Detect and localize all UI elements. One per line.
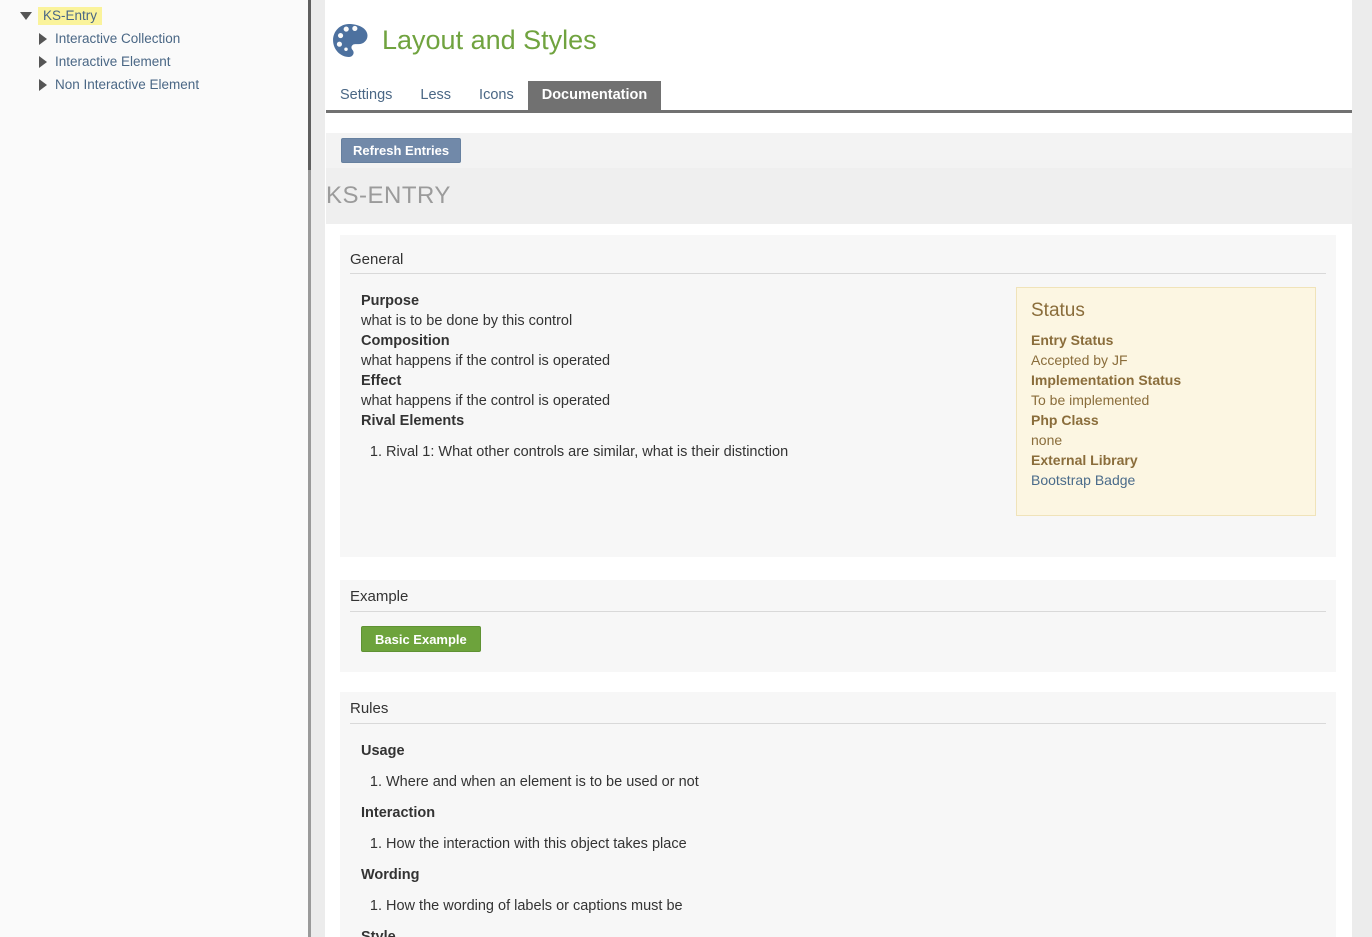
- rules-section-body: Usage Where and when an element is to be…: [340, 724, 1336, 937]
- tab-documentation[interactable]: Documentation: [528, 81, 662, 110]
- tree-item-label[interactable]: Interactive Element: [55, 54, 171, 69]
- caret-right-icon[interactable]: [39, 56, 47, 68]
- main-pane: Layout and Styles Settings Less Icons Do…: [325, 0, 1372, 937]
- tab-bar: Settings Less Icons Documentation: [326, 81, 1352, 110]
- status-panel-title: Status: [1031, 301, 1301, 321]
- tree-root-ks-entry[interactable]: KS-Entry: [0, 4, 308, 27]
- refresh-entries-button[interactable]: Refresh Entries: [341, 138, 461, 163]
- example-section-title: Example: [340, 580, 1336, 611]
- section-heading-band: KS-ENTRY: [326, 168, 1352, 224]
- tab-settings[interactable]: Settings: [326, 81, 406, 110]
- caret-down-icon[interactable]: [20, 12, 32, 20]
- toolbar: Refresh Entries: [326, 133, 1352, 168]
- rules-term: Interaction: [361, 803, 1326, 823]
- status-definition-list: Entry Status Accepted by JF Implementati…: [1031, 330, 1301, 490]
- rules-section-title: Rules: [340, 692, 1336, 723]
- tree-item-non-interactive-element[interactable]: Non Interactive Element: [0, 73, 308, 96]
- tree-item-interactive-element[interactable]: Interactive Element: [0, 50, 308, 73]
- interaction-list-item: How the interaction with this object tak…: [386, 834, 1326, 854]
- status-panel: Status Entry Status Accepted by JF Imple…: [1016, 287, 1316, 516]
- sidebar: KS-Entry Interactive Collection Interact…: [0, 0, 308, 937]
- caret-right-icon[interactable]: [39, 33, 47, 45]
- status-value: To be implemented: [1031, 390, 1301, 410]
- tab-less[interactable]: Less: [406, 81, 465, 110]
- status-term: External Library: [1031, 450, 1301, 470]
- status-value: Accepted by JF: [1031, 350, 1301, 370]
- rules-desc: How the interaction with this object tak…: [361, 834, 1326, 854]
- entry-heading: KS-ENTRY: [326, 182, 451, 210]
- external-library-link[interactable]: Bootstrap Badge: [1031, 470, 1301, 490]
- rules-definition-list: Usage Where and when an element is to be…: [361, 741, 1326, 937]
- app-window: KS-Entry Interactive Collection Interact…: [0, 0, 1372, 937]
- navigation-tree: KS-Entry Interactive Collection Interact…: [0, 0, 308, 96]
- status-term: Entry Status: [1031, 330, 1301, 350]
- rules-section: Rules Usage Where and when an element is…: [340, 692, 1336, 937]
- page-title: Layout and Styles: [382, 25, 597, 56]
- basic-example-button[interactable]: Basic Example: [361, 626, 481, 652]
- tab-underline: [326, 110, 1352, 113]
- palette-icon: [331, 22, 368, 59]
- wording-list: How the wording of labels or captions mu…: [361, 896, 1326, 916]
- example-section: Example Basic Example: [340, 580, 1336, 672]
- rules-term: Wording: [361, 865, 1326, 885]
- main-scrollbar-track[interactable]: [1352, 0, 1372, 937]
- status-value: none: [1031, 430, 1301, 450]
- rules-term: Usage: [361, 741, 1326, 761]
- page-header: Layout and Styles: [325, 0, 1352, 58]
- general-section: General Purpose what is to be done by th…: [340, 235, 1336, 557]
- tree-item-interactive-collection[interactable]: Interactive Collection: [0, 27, 308, 50]
- usage-list-item: Where and when an element is to be used …: [386, 772, 1326, 792]
- tree-root-label[interactable]: KS-Entry: [38, 7, 102, 25]
- wording-list-item: How the wording of labels or captions mu…: [386, 896, 1326, 916]
- rules-desc: Where and when an element is to be used …: [361, 772, 1326, 792]
- tree-item-label[interactable]: Interactive Collection: [55, 31, 180, 46]
- tab-icons[interactable]: Icons: [465, 81, 528, 110]
- rules-desc: How the wording of labels or captions mu…: [361, 896, 1326, 916]
- caret-right-icon[interactable]: [39, 79, 47, 91]
- status-term: Implementation Status: [1031, 370, 1301, 390]
- example-section-body: Basic Example: [340, 612, 1336, 670]
- general-section-title: General: [340, 235, 1336, 273]
- interaction-list: How the interaction with this object tak…: [361, 834, 1326, 854]
- usage-list: Where and when an element is to be used …: [361, 772, 1326, 792]
- pane-divider: [311, 0, 325, 937]
- rules-term: Style: [361, 927, 1326, 937]
- status-term: Php Class: [1031, 410, 1301, 430]
- tree-item-label[interactable]: Non Interactive Element: [55, 77, 199, 92]
